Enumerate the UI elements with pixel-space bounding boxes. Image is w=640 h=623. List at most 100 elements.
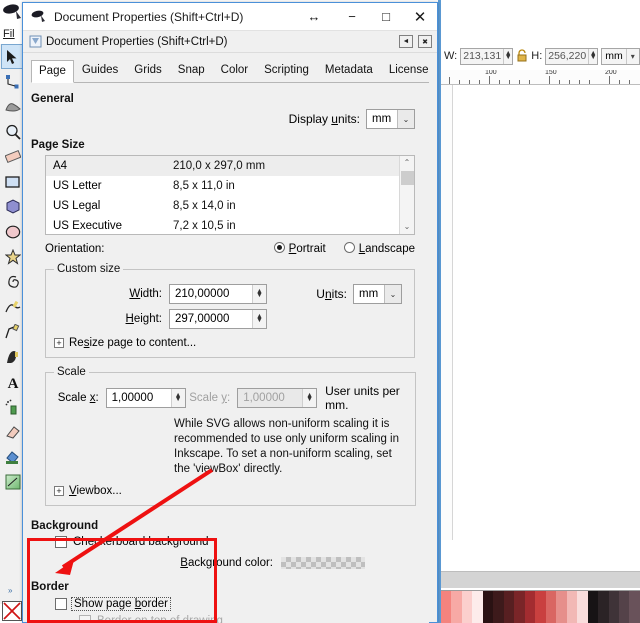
eraser-tool[interactable] (1, 419, 25, 444)
display-units-select[interactable]: mm ⌄ (366, 109, 415, 129)
width-value[interactable]: 213,131 (461, 48, 504, 64)
palette-swatch[interactable] (482, 591, 494, 623)
background-color-swatch[interactable] (281, 557, 365, 569)
box3d-tool[interactable] (1, 194, 25, 219)
palette-swatch[interactable] (566, 591, 578, 623)
scrollbar-thumb[interactable] (401, 171, 414, 185)
scale-x-input[interactable]: 1,00000 ▲ ▼ (105, 388, 186, 408)
height-spin-arrows[interactable]: ▲ ▼ (588, 48, 597, 64)
canvas-area[interactable] (438, 0, 640, 623)
selector-tool[interactable] (0, 44, 25, 69)
height-input[interactable]: 297,00000 ▲ ▼ (169, 309, 267, 329)
page-size-list[interactable]: A4 210,0 x 297,0 mm US Letter 8,5 x 11,0… (45, 155, 415, 235)
width-stepper[interactable]: 213,131 ▲ ▼ (460, 47, 514, 65)
chevron-down-icon[interactable]: ▾ (625, 48, 639, 64)
height-spinner[interactable]: ▲ ▼ (252, 310, 266, 328)
maximize-button[interactable]: □ (369, 3, 403, 31)
page-size-scrollbar[interactable]: ⌃ ⌄ (399, 156, 414, 234)
tab-guides[interactable]: Guides (74, 59, 126, 82)
document-properties-dialog[interactable]: Document Properties (Shift+Ctrl+D) ↔ − □… (22, 2, 438, 623)
palette-swatch[interactable] (441, 591, 452, 623)
units-select[interactable]: mm ⌄ (353, 284, 402, 304)
chevron-down-icon[interactable]: ⌄ (397, 110, 414, 128)
orientation-options[interactable]: Portrait Landscape (273, 242, 415, 255)
width-spin-arrows[interactable]: ▲ ▼ (503, 48, 512, 64)
palette-swatch[interactable] (545, 591, 557, 623)
menu-file[interactable]: Fil (3, 28, 15, 40)
scroll-up-icon[interactable]: ⌃ (404, 156, 411, 170)
toolbar-overflow-indicator[interactable]: » (8, 586, 13, 595)
tab-bar[interactable]: Page Guides Grids Snap Color Scripting M… (31, 60, 429, 83)
height-stepper[interactable]: 256,220 ▲ ▼ (545, 47, 599, 65)
paintbucket-tool[interactable] (1, 444, 25, 469)
palette-swatch[interactable] (524, 591, 536, 623)
palette-swatch[interactable] (514, 591, 525, 623)
pen-tool[interactable] (1, 319, 25, 344)
palette-swatch[interactable] (493, 591, 504, 623)
rectangle-tool[interactable] (1, 169, 25, 194)
palette-swatch[interactable] (618, 591, 630, 623)
page-size-row-us-legal[interactable]: US Legal 8,5 x 14,0 in (46, 196, 399, 216)
height-value[interactable]: 297,00000 (170, 310, 252, 328)
node-tool[interactable] (1, 69, 25, 94)
lock-icon[interactable] (516, 49, 528, 63)
spiral-tool[interactable] (1, 269, 25, 294)
scale-x-spinner[interactable]: ▲ ▼ (170, 389, 185, 407)
palette-swatch[interactable] (608, 591, 619, 623)
tab-metadata[interactable]: Metadata (317, 59, 381, 82)
expand-icon[interactable]: + (54, 486, 64, 496)
palette-swatch[interactable] (629, 591, 640, 623)
expand-icon[interactable]: + (54, 338, 64, 348)
page-size-list-items[interactable]: A4 210,0 x 297,0 mm US Letter 8,5 x 11,0… (46, 156, 399, 234)
vertical-ruler[interactable] (441, 85, 453, 540)
tab-color[interactable]: Color (213, 59, 256, 82)
page-size-row-us-executive[interactable]: US Executive 7,2 x 10,5 in (46, 216, 399, 234)
page-size-row-a4[interactable]: A4 210,0 x 297,0 mm (46, 156, 399, 176)
palette-swatch[interactable] (577, 591, 588, 623)
selection-toolbar[interactable]: W: 213,131 ▲ ▼ H: 256,220 ▲ ▼ mm ▾ (444, 44, 640, 68)
radio-portrait[interactable]: Portrait (273, 242, 326, 255)
palette-swatch[interactable] (461, 591, 473, 623)
star-tool[interactable] (1, 244, 25, 269)
radio-landscape[interactable]: Landscape (343, 242, 415, 255)
resize-handle-icon[interactable]: ↔ (293, 9, 335, 24)
gradient-tool[interactable] (1, 469, 25, 494)
pencil-tool[interactable] (1, 294, 25, 319)
zoom-tool[interactable] (1, 119, 25, 144)
height-value[interactable]: 256,220 (546, 48, 589, 64)
ellipse-tool[interactable] (1, 219, 25, 244)
scale-x-value[interactable]: 1,00000 (107, 389, 171, 407)
measure-tool[interactable] (1, 144, 25, 169)
text-tool[interactable]: A (1, 369, 25, 394)
palette-swatch[interactable] (451, 591, 462, 623)
horizontal-ruler[interactable]: 100 150 200 (441, 70, 640, 85)
palette-swatch[interactable] (535, 591, 546, 623)
dialog-titlebar[interactable]: Document Properties (Shift+Ctrl+D) ↔ − □… (23, 3, 437, 31)
palette-swatch[interactable] (503, 591, 515, 623)
checkerboard-background-checkbox[interactable]: Checkerboard background (55, 536, 429, 548)
palette-swatch[interactable] (556, 591, 567, 623)
calligraphy-tool[interactable] (1, 344, 25, 369)
tab-scripting[interactable]: Scripting (256, 59, 317, 82)
tab-snap[interactable]: Snap (170, 59, 213, 82)
resize-page-to-content-expander[interactable]: + Resize page to content... (54, 337, 406, 349)
viewbox-expander[interactable]: + Viewbox... (54, 485, 407, 497)
panel-collapse-button[interactable]: ◄ (399, 35, 413, 48)
minimize-button[interactable]: − (335, 3, 369, 31)
tab-grids[interactable]: Grids (126, 59, 169, 82)
panel-close-button[interactable]: ✖ (418, 35, 432, 48)
tab-license[interactable]: License (381, 59, 437, 82)
tweak-tool[interactable] (1, 94, 25, 119)
page-size-row-us-letter[interactable]: US Letter 8,5 x 11,0 in (46, 176, 399, 196)
color-palette[interactable] (441, 590, 640, 623)
palette-swatch[interactable] (472, 591, 483, 623)
width-value[interactable]: 210,00000 (170, 285, 252, 303)
tab-page[interactable]: Page (31, 60, 74, 83)
width-spinner[interactable]: ▲ ▼ (252, 285, 266, 303)
spray-tool[interactable] (1, 394, 25, 419)
no-paint-x-icon[interactable] (2, 601, 22, 621)
toolbar-units-select[interactable]: mm ▾ (601, 47, 640, 65)
palette-swatch[interactable] (587, 591, 599, 623)
show-page-border-checkbox[interactable]: Show page border (55, 597, 429, 611)
palette-swatch[interactable] (598, 591, 609, 623)
